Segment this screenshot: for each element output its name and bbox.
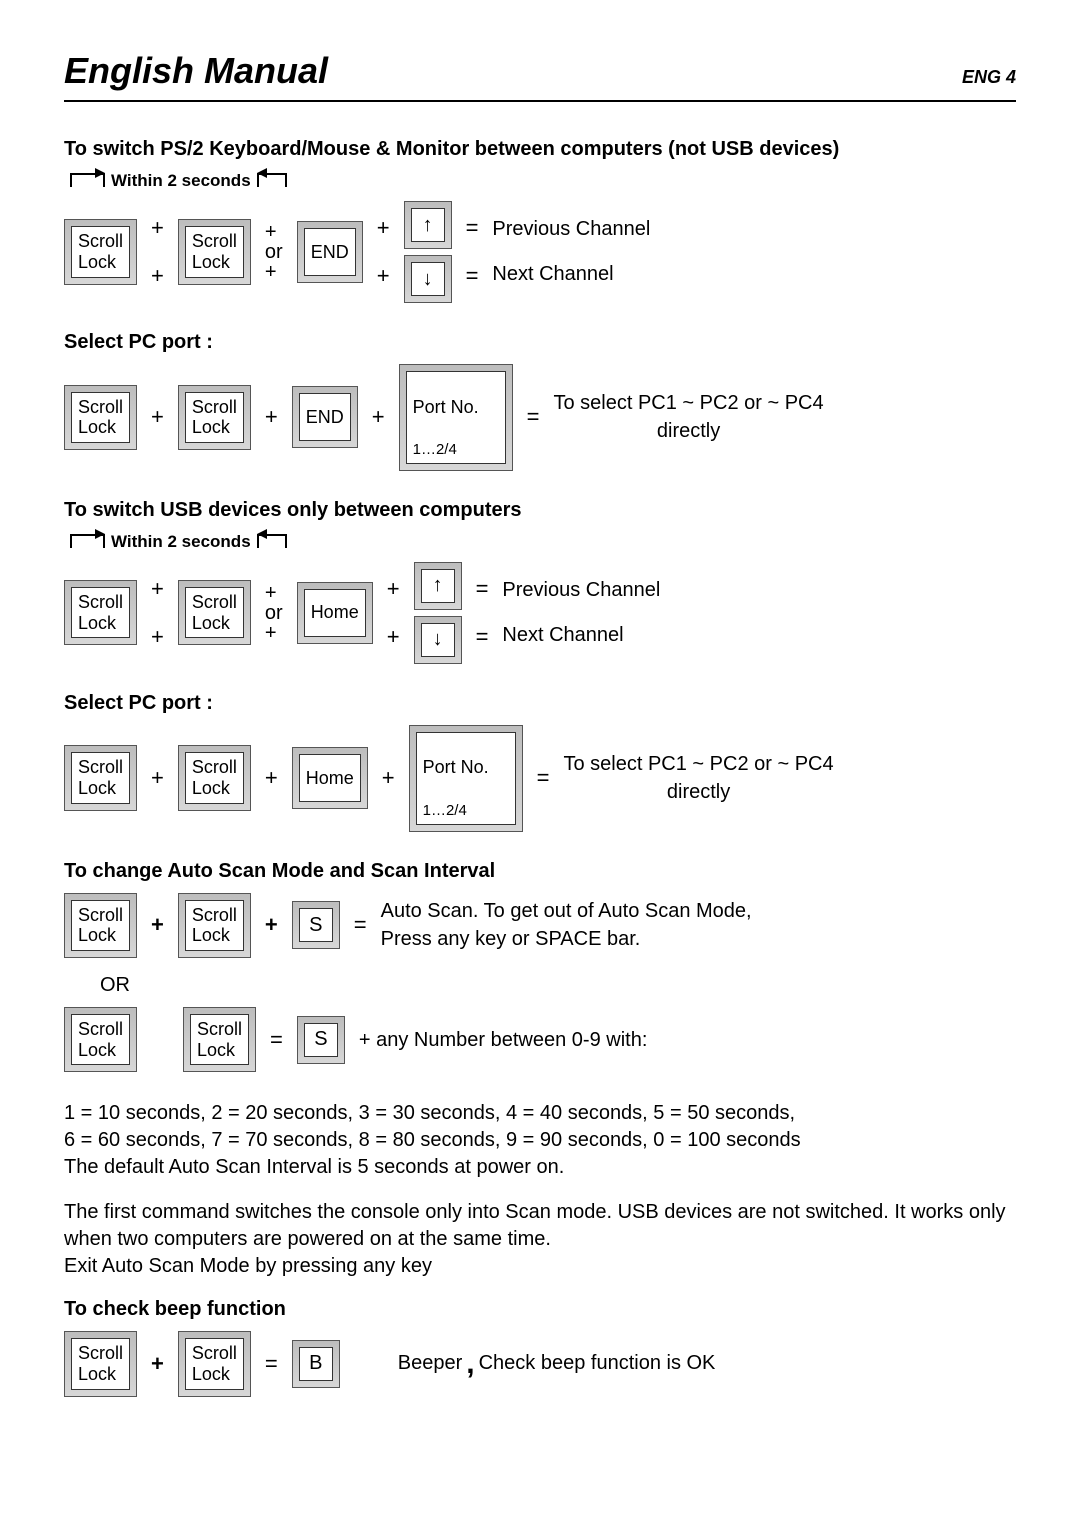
plus: + xyxy=(372,404,385,430)
result-next-channel: Next Channel xyxy=(492,263,650,286)
within-2s-label: Within 2 seconds xyxy=(111,171,251,191)
plus-or-plus: + or + xyxy=(265,583,283,643)
plus: + xyxy=(151,765,164,791)
shortcut-row-ps2-arrow: Scroll Lock + + Scroll Lock + or + END +… xyxy=(64,201,1016,303)
plus-or-plus: + or + xyxy=(265,222,283,282)
key-arrow-up xyxy=(404,201,452,249)
result-next-channel: Next Channel xyxy=(502,624,660,647)
key-scroll-lock: Scroll Lock xyxy=(64,893,137,958)
key-scroll-lock: Scroll Lock xyxy=(178,745,251,810)
page-header: English Manual ENG 4 xyxy=(64,50,1016,102)
plus: + xyxy=(265,765,278,791)
arrow-down-icon xyxy=(423,268,433,291)
plus: + xyxy=(151,912,164,938)
section-title-select-port-2: Select PC port : xyxy=(64,692,1016,715)
result-auto-scan: Auto Scan. To get out of Auto Scan Mode,… xyxy=(381,897,752,953)
section-title-switch-usb: To switch USB devices only between compu… xyxy=(64,499,1016,522)
bracket-right-icon xyxy=(257,173,287,187)
plus: + xyxy=(265,404,278,430)
manual-title: English Manual xyxy=(64,50,328,92)
result-stack: Previous Channel Next Channel xyxy=(502,579,660,647)
section-title-auto-scan: To change Auto Scan Mode and Scan Interv… xyxy=(64,860,1016,883)
page: English Manual ENG 4 To switch PS/2 Keyb… xyxy=(0,0,1080,1485)
bracket-right-icon xyxy=(257,534,287,548)
equals: = xyxy=(270,1027,283,1053)
page-number: ENG 4 xyxy=(962,67,1016,88)
plus: + xyxy=(265,912,278,938)
key-scroll-lock: Scroll Lock xyxy=(178,893,251,958)
section-title-beep: To check beep function xyxy=(64,1298,1016,1321)
key-scroll-lock: Scroll Lock xyxy=(183,1007,256,1072)
equals: = xyxy=(527,404,540,430)
equals: = xyxy=(537,765,550,791)
arrow-key-stack xyxy=(404,201,452,303)
key-port-no: Port No. 1…2/4 xyxy=(409,725,523,832)
scan-interval-table: 1 = 10 seconds, 2 = 20 seconds, 3 = 30 s… xyxy=(64,1100,1016,1181)
plus-stack: + + xyxy=(377,215,390,289)
result-select-port: To select PC1 ~ PC2 or ~ PC4 directly xyxy=(553,389,823,445)
equals-stack: = = xyxy=(466,215,479,289)
equals: = xyxy=(354,912,367,938)
within-2s-marker: Within 2 seconds xyxy=(70,171,1016,191)
key-scroll-lock: Scroll Lock xyxy=(64,385,137,450)
shortcut-row-usb-arrow: Scroll Lock + + Scroll Lock + or + Home … xyxy=(64,562,1016,664)
result-prev-channel: Previous Channel xyxy=(502,579,660,602)
key-home: Home xyxy=(292,747,368,809)
shortcut-row-usb-port: Scroll Lock + Scroll Lock + Home + Port … xyxy=(64,725,1016,832)
key-scroll-lock: Scroll Lock xyxy=(64,219,137,284)
result-scan-number: + any Number between 0-9 with: xyxy=(359,1026,648,1054)
shortcut-row-ps2-port: Scroll Lock + Scroll Lock + END + Port N… xyxy=(64,364,1016,471)
scan-mode-note: The first command switches the console o… xyxy=(64,1199,1016,1280)
within-2s-marker: Within 2 seconds xyxy=(70,532,1016,552)
plus-stack: + + xyxy=(151,215,164,289)
key-scroll-lock: Scroll Lock xyxy=(178,1331,251,1396)
shortcut-row-auto-scan: Scroll Lock + Scroll Lock + S = Auto Sca… xyxy=(64,893,1016,958)
key-scroll-lock: Scroll Lock xyxy=(64,1331,137,1396)
key-port-no: Port No. 1…2/4 xyxy=(399,364,513,471)
beeper-result: Beeper , Check beep function is OK xyxy=(398,1347,716,1381)
within-2s-label: Within 2 seconds xyxy=(111,532,251,552)
plus: + xyxy=(151,404,164,430)
or-label: OR xyxy=(100,974,1016,997)
result-stack: Previous Channel Next Channel xyxy=(492,218,650,286)
key-scroll-lock: Scroll Lock xyxy=(64,580,137,645)
arrow-key-stack xyxy=(414,562,462,664)
key-scroll-lock: Scroll Lock xyxy=(64,745,137,810)
key-scroll-lock: Scroll Lock xyxy=(178,580,251,645)
shortcut-row-scan-interval: Scroll Lock Scroll Lock = S + any Number… xyxy=(64,1007,1016,1072)
comma: , xyxy=(466,1347,474,1381)
key-home: Home xyxy=(297,582,373,644)
result-prev-channel: Previous Channel xyxy=(492,218,650,241)
key-arrow-down xyxy=(414,616,462,664)
shortcut-row-beep: Scroll Lock + Scroll Lock = B Beeper , C… xyxy=(64,1331,1016,1396)
section-title-select-port-1: Select PC port : xyxy=(64,331,1016,354)
key-arrow-up xyxy=(414,562,462,610)
key-scroll-lock: Scroll Lock xyxy=(64,1007,137,1072)
key-b: B xyxy=(292,1340,340,1388)
equals-stack: = = xyxy=(476,576,489,650)
bracket-left-icon xyxy=(70,173,105,187)
equals: = xyxy=(265,1351,278,1377)
plus: + xyxy=(151,1351,164,1377)
arrow-up-icon xyxy=(433,574,443,597)
key-end: END xyxy=(292,386,358,448)
plus-stack: + + xyxy=(151,576,164,650)
key-arrow-down xyxy=(404,255,452,303)
arrow-down-icon xyxy=(433,628,443,651)
section-title-switch-ps2: To switch PS/2 Keyboard/Mouse & Monitor … xyxy=(64,138,1016,161)
plus-stack: + + xyxy=(387,576,400,650)
result-select-port: To select PC1 ~ PC2 or ~ PC4 directly xyxy=(563,750,833,806)
arrow-up-icon xyxy=(423,214,433,237)
key-s: S xyxy=(297,1016,345,1064)
key-end: END xyxy=(297,221,363,283)
bracket-left-icon xyxy=(70,534,105,548)
key-s: S xyxy=(292,901,340,949)
plus: + xyxy=(382,765,395,791)
key-scroll-lock: Scroll Lock xyxy=(178,385,251,450)
key-scroll-lock: Scroll Lock xyxy=(178,219,251,284)
